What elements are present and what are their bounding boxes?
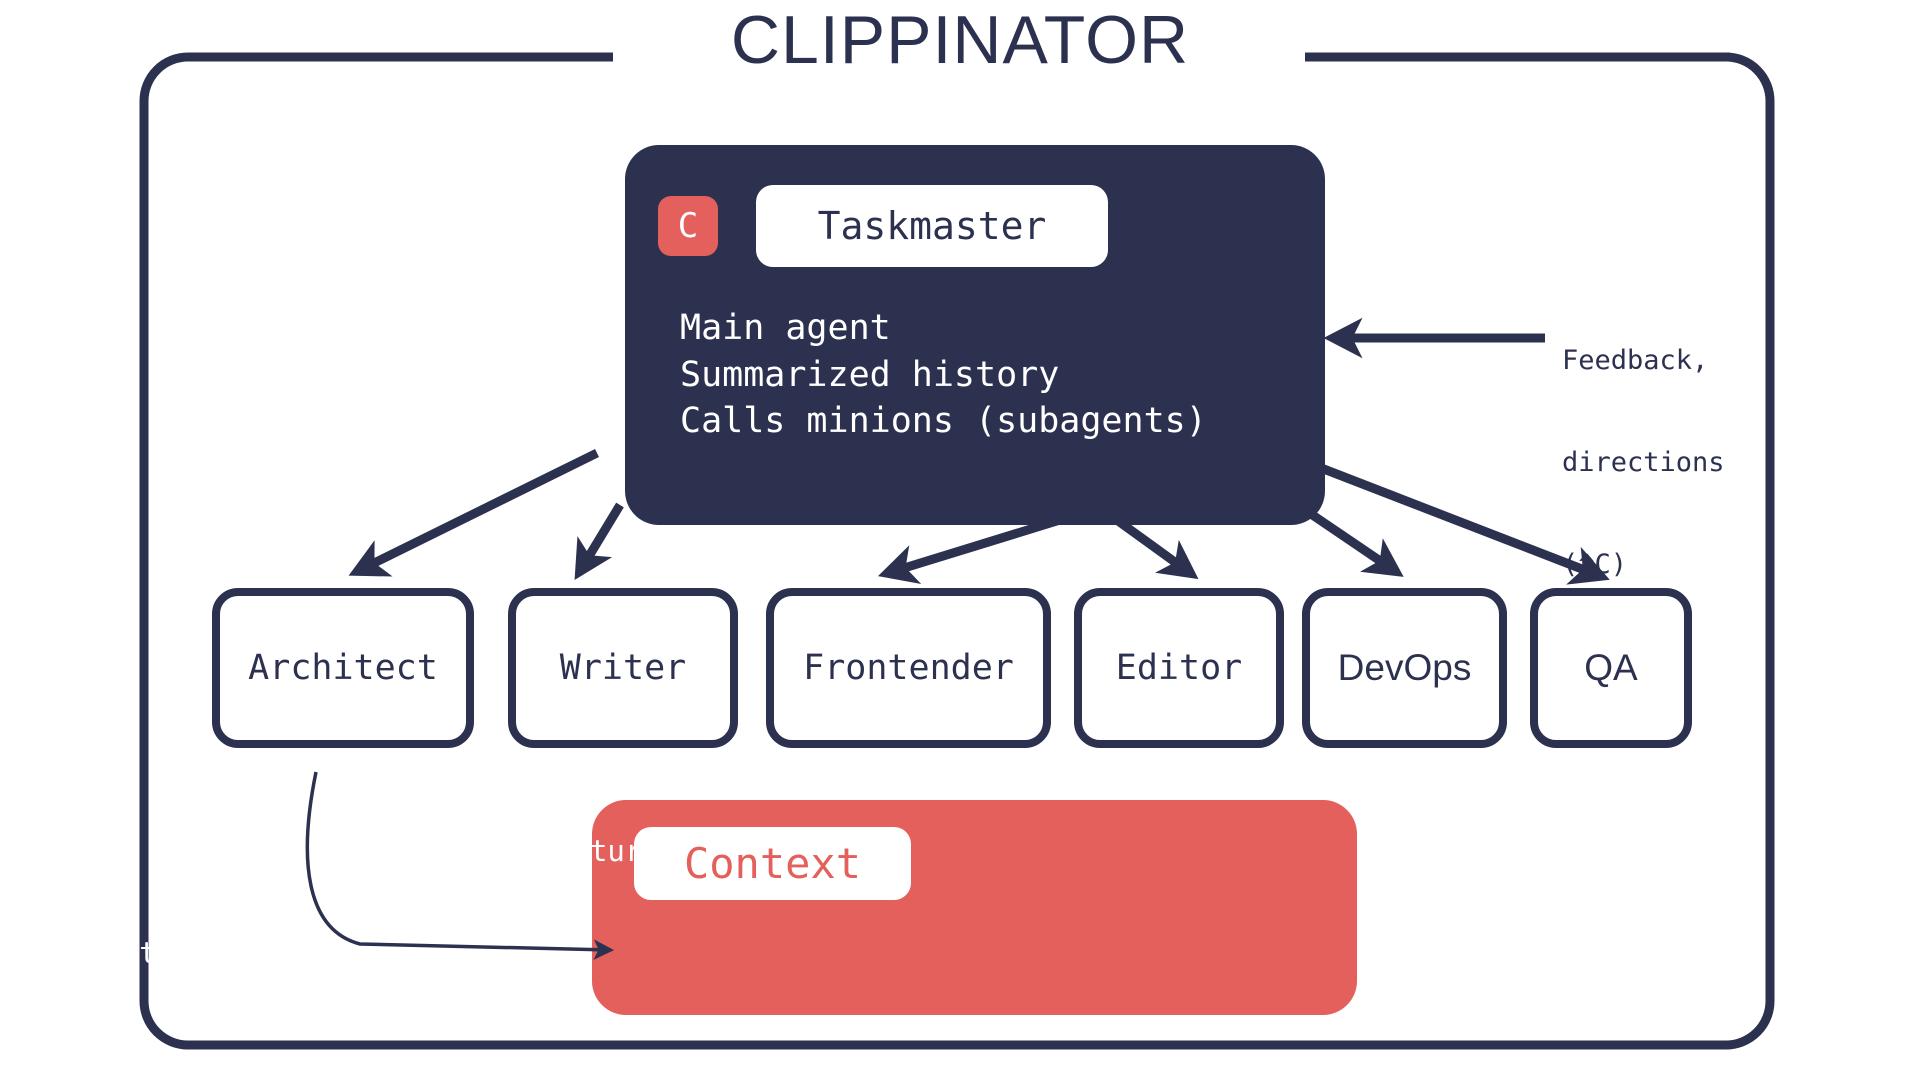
agent-box-architect[interactable]: Architect	[212, 588, 474, 748]
agent-label-writer: Writer	[559, 648, 687, 688]
taskmaster-line-3: Calls minions (subagents)	[680, 401, 1207, 442]
taskmaster-title-pill: Taskmaster	[756, 185, 1108, 267]
feedback-line-2: directions	[1562, 447, 1725, 479]
taskmaster-header: C Taskmaster	[625, 185, 1325, 267]
agent-box-devops[interactable]: DevOps	[1302, 588, 1507, 748]
taskmaster-card: C Taskmaster Main agent Summarized histo…	[625, 145, 1325, 525]
context-item-project-structure: Project structure	[363, 834, 660, 868]
agent-label-devops: DevOps	[1337, 647, 1472, 688]
context-card: Context	[592, 800, 1357, 1015]
agent-label-frontender: Frontender	[803, 648, 1014, 688]
agent-box-editor[interactable]: Editor	[1074, 588, 1284, 748]
taskmaster-line-1: Main agent	[680, 308, 891, 348]
agent-label-architect: Architect	[248, 648, 438, 688]
agent-label-qa: QA	[1584, 647, 1638, 688]
context-item-memory: Memory	[462, 885, 567, 919]
agent-box-qa[interactable]: QA	[1530, 588, 1692, 748]
page-title: CLIPPINATOR	[730, 2, 1190, 78]
taskmaster-line-2: Summarized history	[680, 354, 1060, 395]
taskmaster-description: Main agent Summarized history Calls mini…	[625, 305, 1325, 445]
feedback-line-1: Feedback,	[1562, 345, 1709, 377]
feedback-line-3: (^C)	[1562, 549, 1628, 581]
context-title-pill: Context	[634, 827, 911, 900]
agent-box-writer[interactable]: Writer	[508, 588, 738, 748]
diagram-canvas: CLIPPINATOR C Taskmaster Main agent Summ…	[0, 0, 1920, 1080]
clippinator-badge-icon: C	[658, 196, 718, 256]
agent-label-editor: Editor	[1115, 648, 1243, 688]
agent-box-frontender[interactable]: Frontender	[766, 588, 1051, 748]
context-item-linting: Linting	[388, 936, 511, 970]
context-item-architecture: Architecture	[52, 936, 262, 970]
